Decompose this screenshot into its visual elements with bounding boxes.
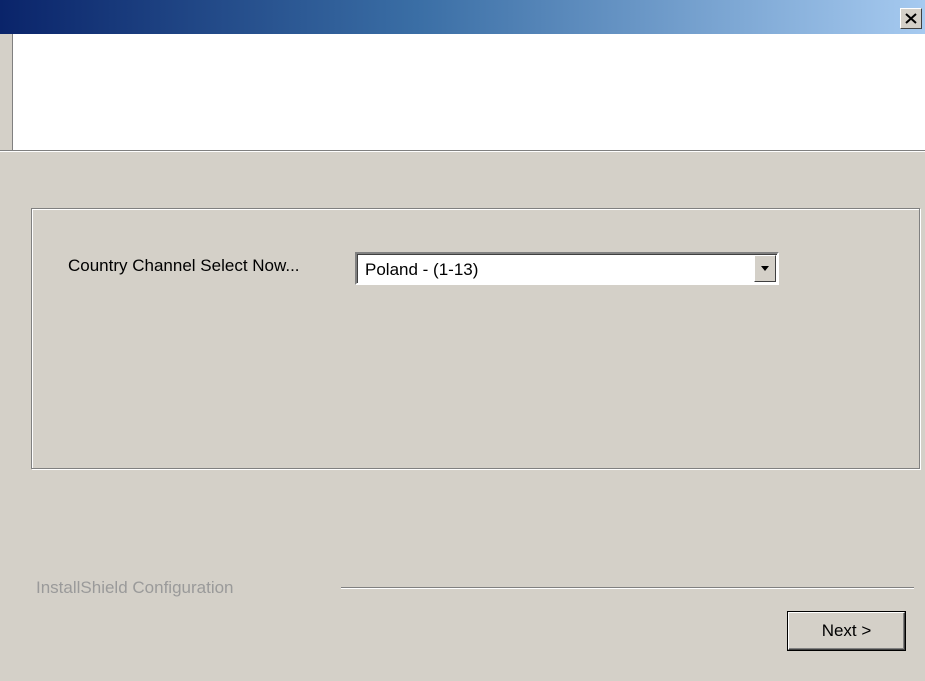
next-button[interactable]: Next > <box>788 612 905 650</box>
installshield-brand-label: InstallShield Configuration <box>36 578 234 597</box>
country-channel-selected-value: Poland - (1-13) <box>365 260 479 279</box>
header-banner <box>12 34 925 150</box>
dropdown-arrow-icon <box>761 265 769 271</box>
brand-divider-highlight <box>341 588 914 589</box>
installer-window: Country Channel Select Now... Poland - (… <box>0 0 925 681</box>
header-divider-highlight <box>0 151 925 152</box>
dropdown-button[interactable] <box>754 255 776 282</box>
close-x-icon <box>905 13 917 24</box>
close-button[interactable] <box>900 8 922 29</box>
country-channel-select[interactable]: Poland - (1-13) <box>355 252 779 285</box>
title-bar[interactable] <box>0 0 925 34</box>
country-channel-label: Country Channel Select Now... <box>68 256 300 275</box>
settings-group-box <box>31 208 920 469</box>
